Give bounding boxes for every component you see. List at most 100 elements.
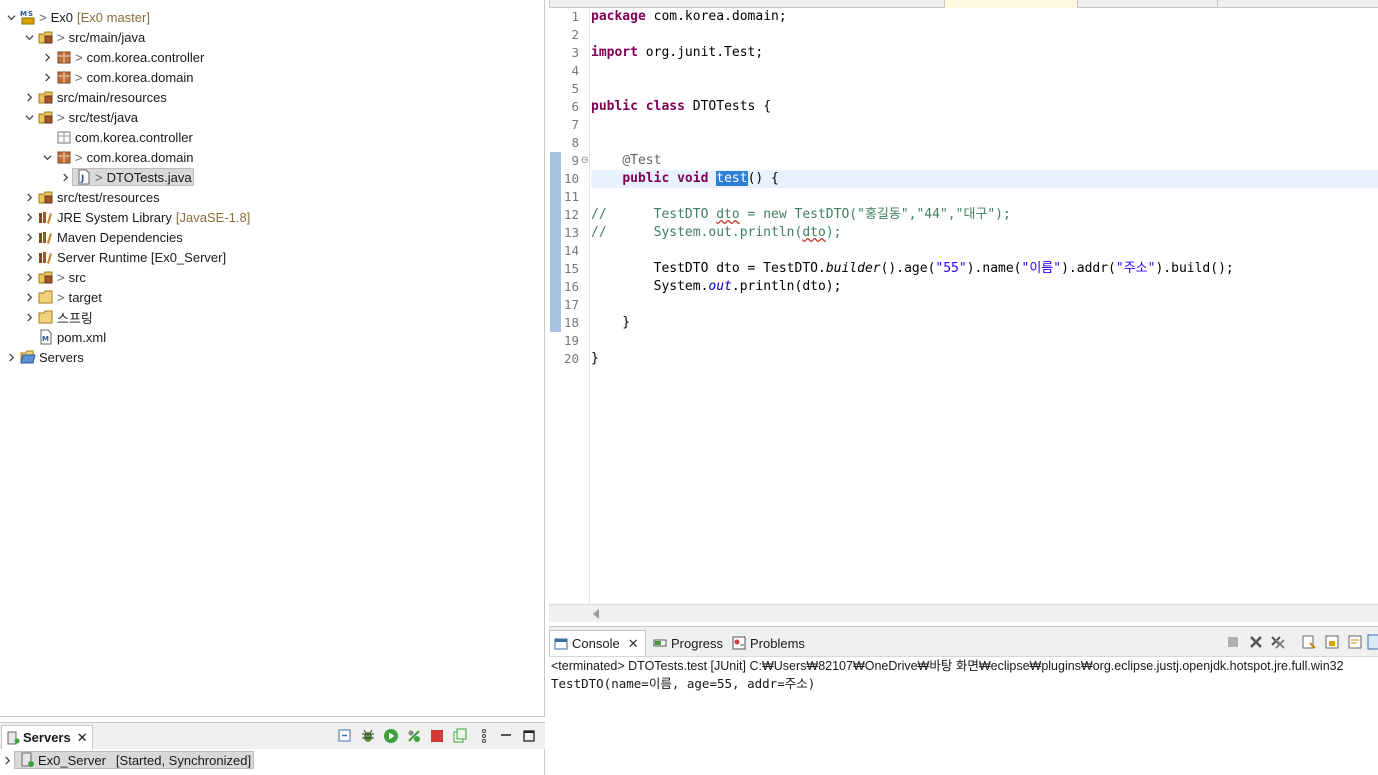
tree-item-label: 스프링 xyxy=(57,310,93,326)
stop-icon[interactable] xyxy=(429,728,445,744)
close-icon[interactable]: ✕ xyxy=(77,730,88,746)
package-icon xyxy=(56,49,72,65)
code-line[interactable]: package com.korea.domain; xyxy=(591,8,1378,26)
editor-tab[interactable] xyxy=(1077,0,1217,8)
scroll-left-icon[interactable] xyxy=(593,609,599,619)
server-entry[interactable]: Ex0_Server [Started, Synchronized] xyxy=(0,750,255,770)
chevron-right-icon[interactable] xyxy=(22,87,36,107)
tree-item-label: JRE System Library xyxy=(57,209,172,225)
remove-all-icon[interactable] xyxy=(1270,634,1286,650)
chevron-right-icon[interactable] xyxy=(22,227,36,247)
terminate-icon[interactable] xyxy=(1225,634,1241,650)
tree-item[interactable]: > com.korea.controller xyxy=(0,47,544,67)
clear-console-icon[interactable] xyxy=(1301,634,1317,650)
profile-icon[interactable] xyxy=(406,728,422,744)
tree-item[interactable]: 스프링 xyxy=(0,307,544,327)
code-line[interactable] xyxy=(591,80,1378,98)
debug-icon[interactable] xyxy=(360,728,376,744)
code-line[interactable] xyxy=(591,296,1378,314)
tab-problems[interactable]: Problems xyxy=(732,630,805,656)
code-line[interactable]: public class DTOTests { xyxy=(591,98,1378,116)
tab-progress[interactable]: Progress xyxy=(653,630,723,656)
tree-item[interactable]: > com.korea.domain xyxy=(0,67,544,87)
tab-servers[interactable]: Servers ✕ xyxy=(1,725,93,749)
chevron-right-icon[interactable] xyxy=(22,247,36,267)
code-line[interactable] xyxy=(591,134,1378,152)
tree-item[interactable]: Servers xyxy=(0,347,544,367)
tree-item[interactable]: Maven Dependencies xyxy=(0,227,544,247)
code-line[interactable]: } xyxy=(591,314,1378,332)
word-wrap-icon[interactable] xyxy=(1347,634,1363,650)
publish-icon[interactable] xyxy=(452,728,468,744)
chevron-right-icon[interactable] xyxy=(22,307,36,327)
line-number: 10 xyxy=(563,171,579,186)
tree-item[interactable]: > target xyxy=(0,287,544,307)
code-line[interactable]: public void test() { xyxy=(591,170,1378,188)
chevron-right-icon[interactable] xyxy=(22,187,36,207)
tree-item[interactable]: src/main/resources xyxy=(0,87,544,107)
tree-item[interactable]: J > DTOTests.java xyxy=(0,167,544,187)
code-line[interactable] xyxy=(591,332,1378,350)
editor-tab[interactable] xyxy=(1217,0,1378,8)
folder-icon xyxy=(38,289,54,305)
tree-item[interactable]: Mpom.xml xyxy=(0,327,544,347)
tree-item[interactable]: Server Runtime [Ex0_Server] xyxy=(0,247,544,267)
fold-collapse-icon[interactable]: ⊖ xyxy=(581,152,589,170)
remove-launch-icon[interactable] xyxy=(1248,634,1264,650)
git-dirty-marker: > xyxy=(75,49,83,65)
chevron-down-icon[interactable] xyxy=(22,27,36,47)
start-icon[interactable] xyxy=(383,728,399,744)
code-line[interactable]: @Test xyxy=(591,152,1378,170)
collapse-all-icon[interactable] xyxy=(337,728,353,744)
chevron-right-icon[interactable] xyxy=(40,47,54,67)
chevron-right-icon[interactable] xyxy=(58,167,72,187)
chevron-down-icon[interactable] xyxy=(4,7,18,27)
chevron-right-icon[interactable] xyxy=(40,67,54,87)
close-icon[interactable]: ✕ xyxy=(628,636,639,652)
tree-item[interactable]: src/test/resources xyxy=(0,187,544,207)
console-output[interactable]: TestDTO(name=이름, age=55, addr=주소) xyxy=(551,675,815,693)
folder-open-icon xyxy=(20,349,36,365)
chevron-right-icon[interactable] xyxy=(4,347,18,367)
chevron-right-icon[interactable] xyxy=(22,287,36,307)
pin-console-icon[interactable] xyxy=(1367,634,1378,650)
code-line[interactable]: import org.junit.Test; xyxy=(591,44,1378,62)
line-number: 4 xyxy=(571,63,579,78)
chevron-down-icon[interactable] xyxy=(22,107,36,127)
view-menu-icon[interactable] xyxy=(476,728,492,744)
minimize-icon[interactable] xyxy=(498,728,514,744)
chevron-right-icon[interactable] xyxy=(22,207,36,227)
code-line[interactable] xyxy=(591,62,1378,80)
tree-item[interactable]: com.korea.controller xyxy=(0,127,544,147)
code-area[interactable]: package com.korea.domain; import org.juni… xyxy=(591,8,1378,604)
chevron-right-icon[interactable] xyxy=(0,750,14,770)
code-line[interactable]: // System.out.println(dto); xyxy=(591,224,1378,242)
scroll-lock-icon[interactable] xyxy=(1324,634,1340,650)
line-number: 3 xyxy=(571,45,579,60)
code-line[interactable]: System.out.println(dto); xyxy=(591,278,1378,296)
code-line[interactable] xyxy=(591,116,1378,134)
code-line[interactable] xyxy=(591,242,1378,260)
code-line[interactable]: TestDTO dto = TestDTO.builder().age("55"… xyxy=(591,260,1378,278)
code-line[interactable] xyxy=(591,188,1378,206)
tree-item[interactable]: > src xyxy=(0,267,544,287)
code-line[interactable] xyxy=(591,26,1378,44)
tree-item[interactable]: > com.korea.domain xyxy=(0,147,544,167)
tree-item[interactable]: M S > Ex0 [Ex0 master] xyxy=(0,7,544,27)
svg-text:M: M xyxy=(20,10,27,18)
java-editor[interactable]: 1 2 3 4 5 6 7 8 9 ⊖ 10 11 12 13 14 15 16 17 18 19 20 package… xyxy=(549,8,1378,604)
maximize-icon[interactable] xyxy=(521,728,537,744)
tab-console[interactable]: Console ✕ xyxy=(549,630,646,656)
code-line[interactable]: } xyxy=(591,350,1378,368)
tree-item-label: com.korea.controller xyxy=(86,49,205,65)
horizontal-scrollbar[interactable] xyxy=(549,604,1378,622)
editor-tab-active[interactable] xyxy=(944,0,1077,8)
editor-tab[interactable] xyxy=(549,0,944,8)
code-line[interactable]: // TestDTO dto = new TestDTO("홍길동","44",… xyxy=(591,206,1378,224)
library-icon xyxy=(38,249,54,265)
tree-item[interactable]: JRE System Library [JavaSE-1.8] xyxy=(0,207,544,227)
chevron-right-icon[interactable] xyxy=(22,267,36,287)
chevron-down-icon[interactable] xyxy=(40,147,54,167)
tree-item[interactable]: > src/test/java xyxy=(0,107,544,127)
tree-item[interactable]: > src/main/java xyxy=(0,27,544,47)
